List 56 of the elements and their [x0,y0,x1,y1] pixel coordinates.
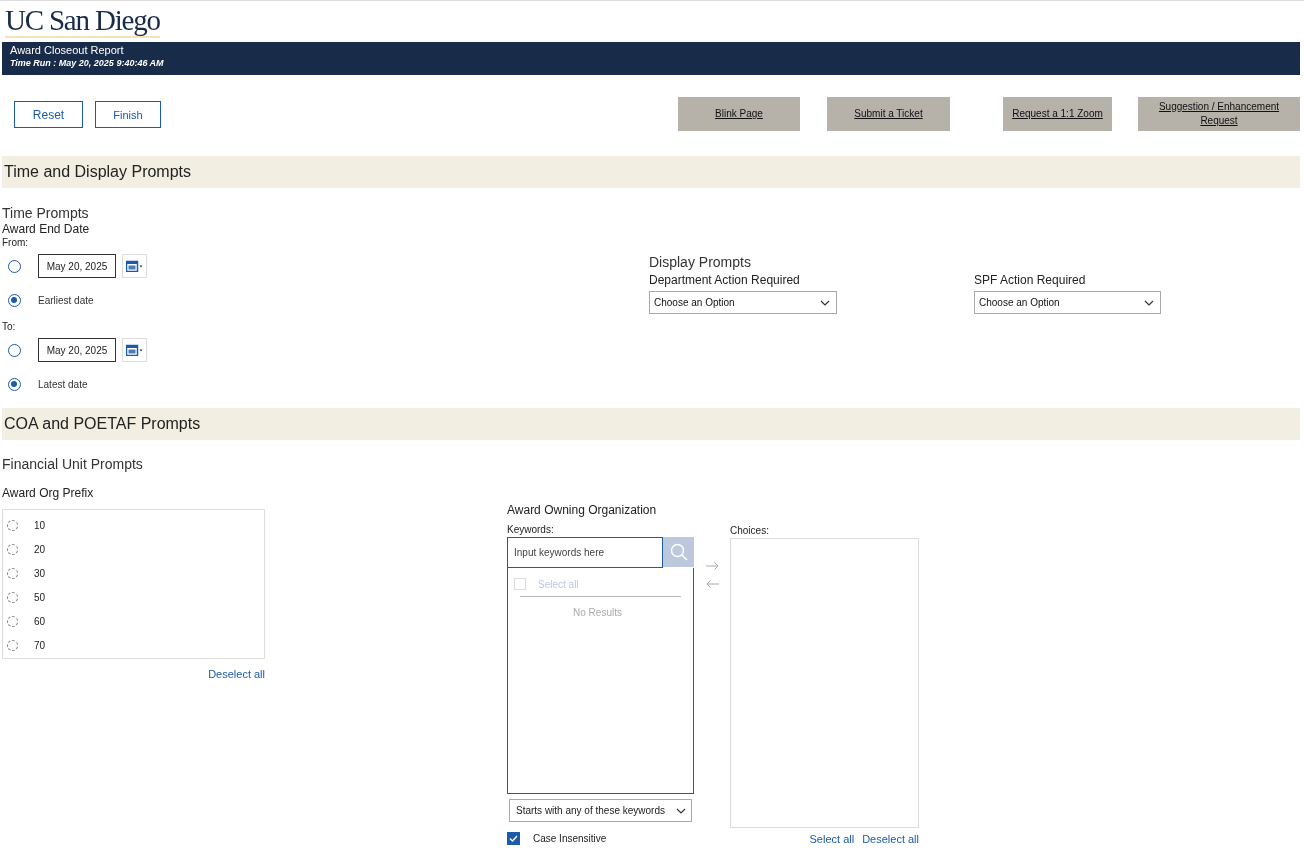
calendar-button[interactable] [122,254,147,278]
reset-button[interactable]: Reset [14,101,83,128]
checkbox[interactable] [507,832,520,845]
search-icon [669,543,688,561]
field-label: Keywords: [507,524,555,536]
option-label: 20 [34,543,46,555]
chevron-down-icon [676,807,686,814]
prompt-label: Award End Date [2,222,91,237]
arrow-right-icon[interactable] [705,562,719,570]
prompt-label: Award Org Prefix [2,486,95,501]
select-all-link[interactable]: Select all [809,833,855,845]
select-all-checkbox[interactable] [514,578,526,590]
group-title: Financial Unit Prompts [2,455,144,473]
select-all-label: Select all [538,578,579,590]
radio-label: Latest date [38,378,88,390]
option-label: 30 [34,567,46,579]
calendar-icon [126,260,143,272]
arrow-left-icon[interactable] [705,580,719,588]
group-title: Time Prompts [2,204,90,222]
option-dropdown[interactable]: Choose an Option [649,291,837,314]
link-button[interactable]: Submit a Ticket [827,97,950,131]
range-label: From: [2,237,30,249]
option-label: 50 [34,591,46,603]
dropdown-label: SPF Action Required [974,273,1087,288]
section-header: COA and POETAF Prompts [2,408,1300,440]
link-button[interactable]: Suggestion / Enhancement Request [1138,97,1300,131]
match-mode-dropdown[interactable]: Starts with any of these keywords [509,799,692,822]
section-header: Time and Display Prompts [2,156,1300,188]
keywords-field[interactable]: Input keywords here [507,537,663,568]
deselect-all-link[interactable]: Deselect all [208,668,265,680]
calendar-icon [126,344,143,356]
chevron-down-icon [820,299,830,306]
prompt-label: Award Owning Organization [507,503,658,518]
chevron-down-icon [1144,299,1154,306]
radio-label: Earliest date [38,294,94,306]
university-logo: UC San Diego [5,5,160,38]
report-title: Award Closeout Report [10,44,125,57]
field-label: Choices: [730,525,770,537]
group-title: Display Prompts [649,253,752,271]
date-field[interactable]: May 20, 2025 [38,254,116,278]
option-label: 10 [34,519,46,531]
link-button[interactable]: Request a 1:1 Zoom [1003,97,1112,131]
time-run: Time Run : May 20, 2025 9:40:46 AM [10,57,165,69]
deselect-all-link[interactable]: Deselect all [862,833,919,845]
option-label: 70 [34,639,46,651]
link-button[interactable]: Blink Page [678,97,800,131]
option-label: 60 [34,615,46,627]
option-dropdown[interactable]: Choose an Option [974,291,1161,314]
calendar-button[interactable] [122,338,147,362]
search-button[interactable] [663,537,694,567]
checkbox-label: Case Insensitive [533,833,607,844]
dropdown-label: Department Action Required [649,273,801,288]
range-label: To: [2,321,17,333]
no-results-text: No Results [572,607,623,618]
date-field[interactable]: May 20, 2025 [38,338,116,362]
finish-button[interactable]: Finish [95,101,161,128]
